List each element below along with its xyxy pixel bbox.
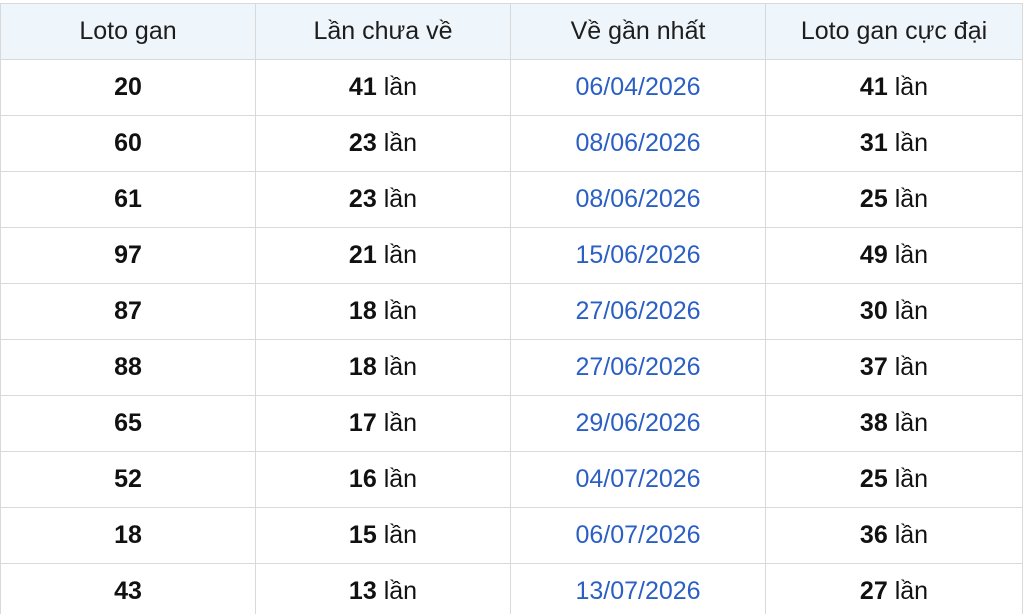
missed-count-cell: 17 lần [255, 395, 511, 452]
loto-number: 87 [0, 283, 256, 340]
max-count: 38 [859, 409, 888, 437]
table-row: 18 15 lần 06/07/2026 36 lần [0, 507, 1023, 564]
max-count-cell: 49 lần [765, 227, 1023, 284]
unit-label: lần [894, 241, 929, 269]
unit-label: lần [383, 73, 418, 101]
table-row: 20 41 lần 06/04/2026 41 lần [0, 59, 1023, 116]
max-count: 37 [859, 353, 888, 381]
unit-label: lần [383, 577, 418, 605]
last-date: 27/06/2026 [510, 339, 766, 396]
table-row: 61 23 lần 08/06/2026 25 lần [0, 171, 1023, 228]
unit-label: lần [383, 465, 418, 493]
missed-count-cell: 18 lần [255, 283, 511, 340]
table-row: 88 18 lần 27/06/2026 37 lần [0, 339, 1023, 396]
unit-label: lần [894, 577, 929, 605]
unit-label: lần [894, 521, 929, 549]
last-date: 08/06/2026 [510, 115, 766, 172]
loto-gan-panel: Loto gan Lần chưa về Về gần nhất Loto ga… [0, 0, 1024, 614]
loto-number: 97 [0, 227, 256, 284]
max-count-cell: 41 lần [765, 59, 1023, 116]
last-date: 06/07/2026 [510, 507, 766, 564]
unit-label: lần [383, 353, 418, 381]
table-row: 52 16 lần 04/07/2026 25 lần [0, 451, 1023, 508]
max-count: 30 [859, 297, 888, 325]
max-count: 25 [859, 185, 888, 213]
max-count-cell: 27 lần [765, 563, 1023, 614]
table-header-row: Loto gan Lần chưa về Về gần nhất Loto ga… [0, 3, 1023, 60]
missed-count-cell: 18 lần [255, 339, 511, 396]
max-count-cell: 25 lần [765, 451, 1023, 508]
missed-count: 21 [348, 241, 377, 269]
missed-count: 17 [348, 409, 377, 437]
loto-number: 61 [0, 171, 256, 228]
last-date: 06/04/2026 [510, 59, 766, 116]
header-lan-chua-ve: Lần chưa về [255, 3, 511, 60]
loto-number: 65 [0, 395, 256, 452]
missed-count: 16 [348, 465, 377, 493]
max-count: 27 [859, 577, 888, 605]
max-count-cell: 30 lần [765, 283, 1023, 340]
unit-label: lần [894, 185, 929, 213]
missed-count: 41 [348, 73, 377, 101]
missed-count: 13 [348, 577, 377, 605]
header-loto-gan-cuc-dai: Loto gan cực đại [765, 3, 1023, 60]
unit-label: lần [383, 129, 418, 157]
last-date: 04/07/2026 [510, 451, 766, 508]
missed-count: 18 [348, 353, 377, 381]
loto-number: 88 [0, 339, 256, 396]
loto-number: 52 [0, 451, 256, 508]
unit-label: lần [383, 297, 418, 325]
loto-gan-table: Loto gan Lần chưa về Về gần nhất Loto ga… [0, 3, 1023, 614]
unit-label: lần [894, 129, 929, 157]
missed-count: 18 [348, 297, 377, 325]
max-count-cell: 36 lần [765, 507, 1023, 564]
max-count-cell: 37 lần [765, 339, 1023, 396]
unit-label: lần [383, 409, 418, 437]
max-count: 49 [859, 241, 888, 269]
max-count: 41 [859, 73, 888, 101]
table-row: 43 13 lần 13/07/2026 27 lần [0, 563, 1023, 614]
table-row: 87 18 lần 27/06/2026 30 lần [0, 283, 1023, 340]
missed-count-cell: 13 lần [255, 563, 511, 614]
unit-label: lần [894, 353, 929, 381]
missed-count-cell: 23 lần [255, 171, 511, 228]
header-loto-gan: Loto gan [0, 3, 256, 60]
missed-count-cell: 16 lần [255, 451, 511, 508]
unit-label: lần [383, 241, 418, 269]
table-body: 20 41 lần 06/04/2026 41 lần 60 23 lần 08… [0, 59, 1023, 614]
unit-label: lần [894, 409, 929, 437]
max-count: 25 [859, 465, 888, 493]
loto-number: 18 [0, 507, 256, 564]
missed-count-cell: 15 lần [255, 507, 511, 564]
table-row: 60 23 lần 08/06/2026 31 lần [0, 115, 1023, 172]
unit-label: lần [894, 465, 929, 493]
missed-count-cell: 23 lần [255, 115, 511, 172]
table-row: 97 21 lần 15/06/2026 49 lần [0, 227, 1023, 284]
missed-count: 23 [348, 129, 377, 157]
unit-label: lần [894, 297, 929, 325]
unit-label: lần [383, 521, 418, 549]
max-count: 31 [859, 129, 888, 157]
unit-label: lần [383, 185, 418, 213]
last-date: 15/06/2026 [510, 227, 766, 284]
last-date: 27/06/2026 [510, 283, 766, 340]
table-row: 65 17 lần 29/06/2026 38 lần [0, 395, 1023, 452]
max-count-cell: 25 lần [765, 171, 1023, 228]
last-date: 29/06/2026 [510, 395, 766, 452]
missed-count-cell: 21 lần [255, 227, 511, 284]
max-count: 36 [859, 521, 888, 549]
last-date: 08/06/2026 [510, 171, 766, 228]
missed-count: 23 [348, 185, 377, 213]
max-count-cell: 38 lần [765, 395, 1023, 452]
missed-count-cell: 41 lần [255, 59, 511, 116]
loto-number: 60 [0, 115, 256, 172]
max-count-cell: 31 lần [765, 115, 1023, 172]
last-date: 13/07/2026 [510, 563, 766, 614]
unit-label: lần [894, 73, 929, 101]
loto-number: 20 [0, 59, 256, 116]
loto-number: 43 [0, 563, 256, 614]
header-ve-gan-nhat: Về gần nhất [510, 3, 766, 60]
missed-count: 15 [348, 521, 377, 549]
